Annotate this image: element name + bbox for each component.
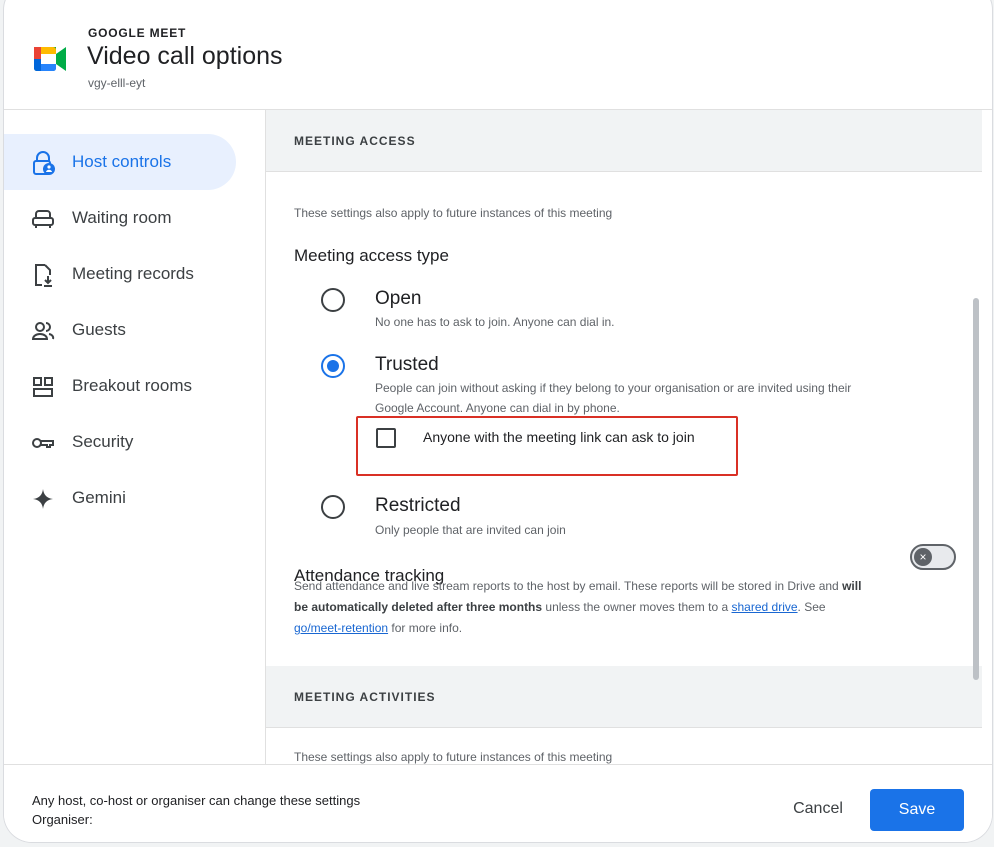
attendance-tracking-toggle[interactable]: × [910, 544, 956, 570]
section-title: MEETING ACCESS [294, 134, 416, 148]
highlight-box [356, 416, 738, 476]
attendance-desc-text: for more info. [388, 621, 463, 635]
save-button[interactable]: Save [870, 789, 964, 831]
lock-person-icon [33, 151, 55, 175]
scrollbar-thumb[interactable] [973, 298, 979, 680]
cancel-button[interactable]: Cancel [786, 789, 850, 829]
video-call-options-dialog: GOOGLE MEET Video call options vgy-elll-… [4, 0, 992, 842]
footer-info: Any host, co-host or organiser can chang… [32, 791, 360, 829]
sidebar-item-label: Security [72, 432, 134, 451]
dialog-footer: Any host, co-host or organiser can chang… [4, 764, 992, 842]
attendance-desc-text: . See [797, 600, 826, 614]
file-download-icon [35, 264, 52, 287]
option-open-title: Open [375, 288, 422, 309]
meet-retention-link[interactable]: go/meet-retention [294, 621, 388, 635]
sidebar-item-label: Guests [72, 320, 126, 339]
grid-icon [33, 377, 53, 397]
sparkle-icon [33, 489, 53, 509]
settings-panel: MEETING ACCESS These settings also apply… [266, 110, 982, 764]
key-icon [32, 438, 54, 448]
meeting-access-section-header: MEETING ACCESS [266, 110, 982, 172]
meeting-activities-section-header: MEETING ACTIVITIES [266, 666, 982, 728]
footer-organiser-text: Organiser: [32, 812, 93, 827]
option-restricted-desc: Only people that are invited can join [375, 523, 566, 537]
meeting-code: vgy-elll-eyt [88, 76, 146, 90]
app-name-label: GOOGLE MEET [88, 26, 187, 40]
sidebar-nav: Host controls Waiting room Meeting recor… [4, 110, 266, 764]
sidebar-item-label: Meeting records [72, 264, 194, 283]
people-icon [31, 322, 55, 340]
attendance-desc-text: unless the owner moves them to a [542, 600, 732, 614]
sidebar-item-label: Host controls [72, 152, 172, 171]
link-ask-to-join-checkbox[interactable] [376, 428, 396, 448]
footer-permission-text: Any host, co-host or organiser can chang… [32, 793, 361, 808]
option-trusted-title: Trusted [375, 354, 439, 375]
sidebar-item-host-controls[interactable]: Host controls [4, 134, 236, 190]
shared-drive-link[interactable]: shared drive [732, 600, 798, 614]
sidebar-item-gemini[interactable]: Gemini [4, 470, 236, 526]
sidebar-item-security[interactable]: Security [4, 414, 236, 470]
scrollbar[interactable] [970, 298, 982, 680]
link-ask-to-join-label: Anyone with the meeting link can ask to … [423, 429, 695, 445]
sidebar-item-guests[interactable]: Guests [4, 302, 236, 358]
sidebar-item-label: Waiting room [72, 208, 172, 227]
future-instances-note: These settings also apply to future inst… [294, 750, 613, 764]
dialog-title: Video call options [87, 42, 283, 70]
chair-icon [32, 210, 54, 228]
close-icon: × [914, 548, 932, 566]
section-title: MEETING ACTIVITIES [294, 690, 436, 704]
attendance-description: Send attendance and live stream reports … [294, 576, 874, 639]
sidebar-item-waiting-room[interactable]: Waiting room [4, 190, 236, 246]
option-restricted-title: Restricted [375, 495, 461, 516]
access-type-heading: Meeting access type [294, 246, 449, 265]
radio-open[interactable] [321, 288, 345, 312]
sidebar-item-label: Gemini [72, 488, 126, 507]
option-open-desc: No one has to ask to join. Anyone can di… [375, 315, 615, 329]
radio-trusted[interactable] [321, 354, 345, 378]
sidebar-item-meeting-records[interactable]: Meeting records [4, 246, 236, 302]
sidebar-item-label: Breakout rooms [72, 376, 192, 395]
future-instances-note: These settings also apply to future inst… [294, 206, 613, 220]
option-trusted-desc: People can join without asking if they b… [375, 381, 852, 415]
google-meet-logo-icon [34, 47, 66, 71]
radio-restricted[interactable] [321, 495, 345, 519]
dialog-header: GOOGLE MEET Video call options vgy-elll-… [4, 0, 992, 110]
attendance-desc-text: Send attendance and live stream reports … [294, 579, 843, 593]
sidebar-item-breakout-rooms[interactable]: Breakout rooms [4, 358, 236, 414]
